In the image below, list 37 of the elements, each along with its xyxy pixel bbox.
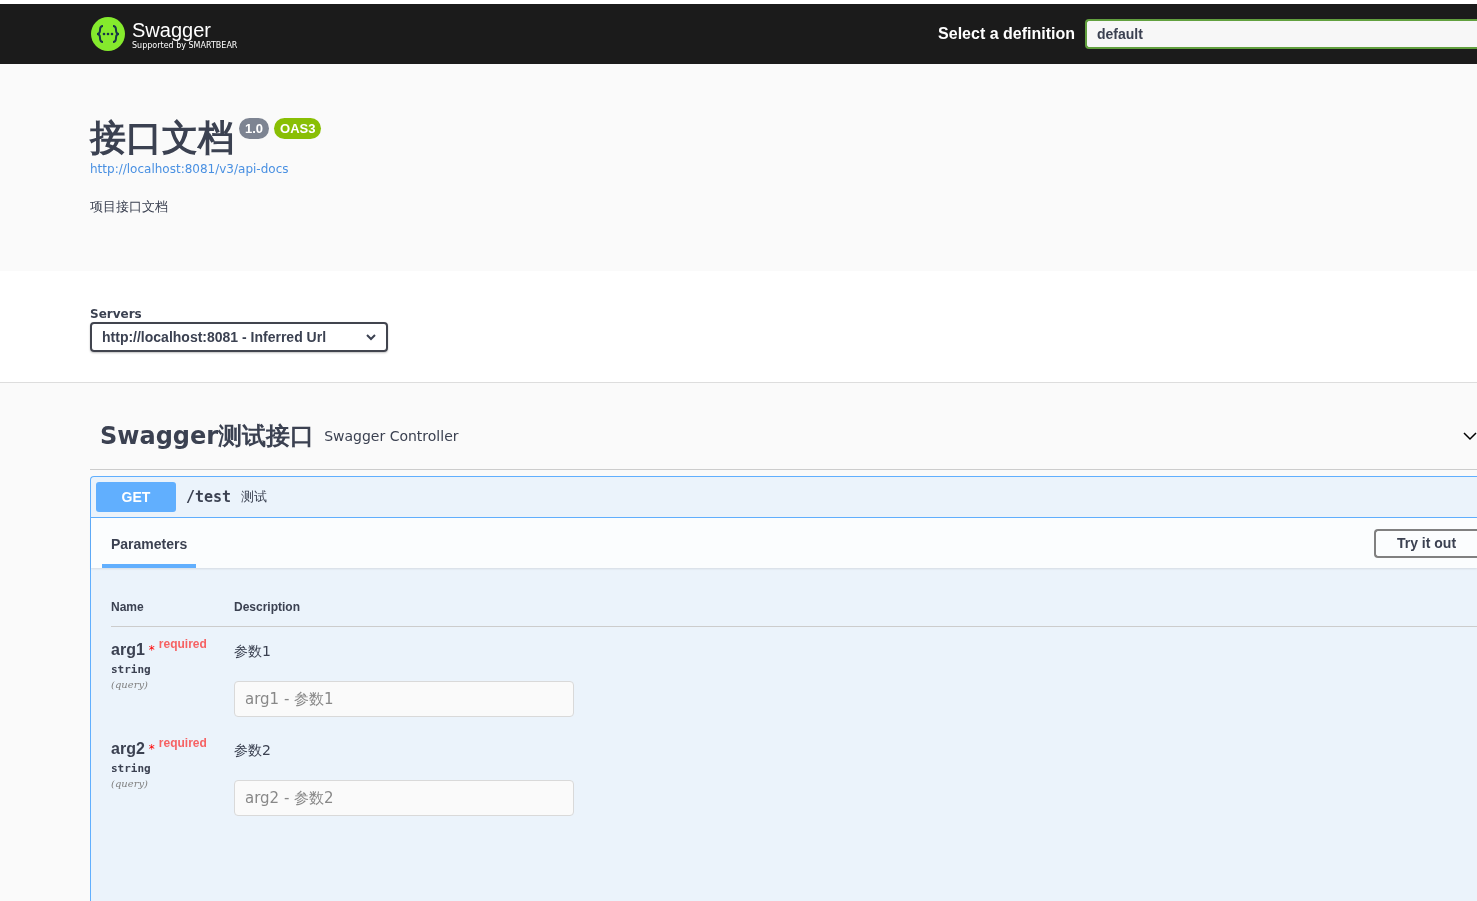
parameters-tab[interactable]: Parameters bbox=[102, 536, 197, 568]
tag-header[interactable]: Swagger测试接口 Swagger Controller bbox=[90, 403, 1477, 470]
parameter-type: string bbox=[111, 663, 152, 676]
server-select[interactable]: http://localhost:8081 - Inferred Url bbox=[90, 322, 388, 352]
parameter-type: string bbox=[111, 762, 152, 775]
oas-badge: OAS3 bbox=[274, 118, 322, 139]
operation-path: /test bbox=[186, 488, 232, 506]
chevron-down-icon bbox=[366, 333, 376, 341]
tag-name: Swagger测试接口 bbox=[100, 421, 315, 452]
method-badge: GET bbox=[96, 482, 176, 512]
required-label: required bbox=[158, 637, 207, 651]
required-asterisk: * bbox=[148, 742, 155, 756]
column-header: Description bbox=[234, 600, 301, 614]
required-asterisk: * bbox=[148, 643, 155, 657]
parameter-description: 参数1 bbox=[234, 643, 272, 661]
parameter-location: (query) bbox=[111, 679, 149, 690]
operation-summary: 测试 bbox=[241, 488, 268, 506]
parameter-name: arg1 bbox=[111, 641, 145, 659]
parameter-description: 参数2 bbox=[234, 742, 272, 760]
parameter-input[interactable]: arg1 - 参数1 bbox=[234, 681, 574, 717]
chevron-down-icon[interactable] bbox=[1463, 431, 1477, 441]
logo-name: Swagger bbox=[132, 18, 212, 41]
required-label: required bbox=[158, 736, 207, 750]
column-header: Name bbox=[111, 600, 145, 614]
try-it-out-button[interactable]: Try it out bbox=[1374, 528, 1477, 558]
version-badge: 1.0 bbox=[239, 118, 270, 139]
api-title: 接口文档 bbox=[90, 116, 234, 160]
parameter-location: (query) bbox=[111, 778, 149, 789]
definition-select[interactable]: default bbox=[1085, 19, 1477, 49]
definition-label: Select a definition bbox=[938, 25, 1075, 43]
parameter-input[interactable]: arg2 - 参数2 bbox=[234, 780, 574, 816]
servers-label: Servers bbox=[90, 307, 143, 321]
parameter-name: arg2 bbox=[111, 740, 145, 758]
api-description: 项目接口文档 bbox=[90, 198, 169, 216]
tag-description: Swagger Controller bbox=[324, 428, 459, 444]
swagger-logo-icon bbox=[90, 16, 126, 52]
logo-tagline: Supported by SMARTBEAR bbox=[132, 40, 238, 50]
